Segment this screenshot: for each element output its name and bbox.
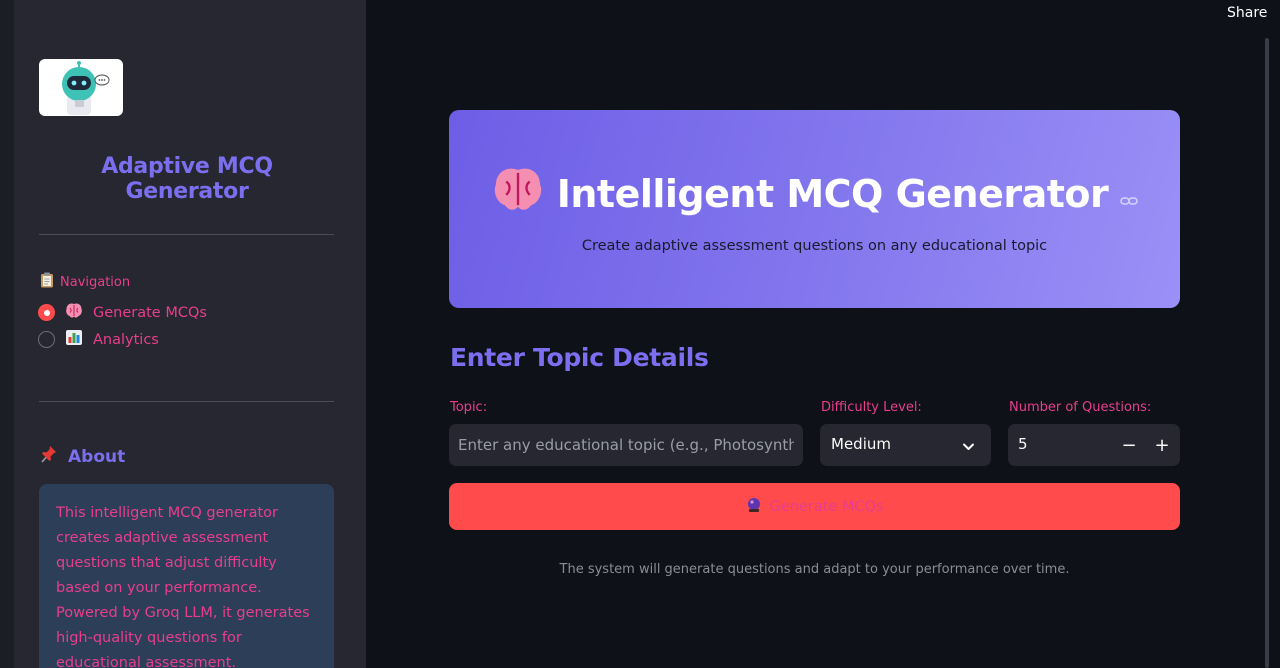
share-button[interactable]: Share [1227, 5, 1267, 21]
scrollbar[interactable] [1265, 38, 1269, 668]
clipboard-icon [40, 272, 54, 292]
radio-button[interactable] [38, 331, 55, 348]
increment-button[interactable]: + [1145, 424, 1179, 466]
difficulty-label: Difficulty Level: [821, 400, 922, 415]
difficulty-select[interactable]: Medium [820, 424, 991, 466]
bar-chart-icon [65, 329, 83, 350]
count-label: Number of Questions: [1009, 400, 1152, 415]
nav-radio-generate-mcqs[interactable]: Generate MCQs [38, 302, 207, 323]
radio-button-checked[interactable] [38, 304, 55, 321]
hero-banner: Intelligent MCQ Generator Create adaptiv… [449, 110, 1180, 308]
sidebar-divider [39, 234, 334, 235]
chevron-down-icon [962, 438, 975, 457]
window-edge [0, 0, 14, 668]
pushpin-icon [40, 444, 60, 469]
about-heading: About [40, 444, 125, 469]
page-title: Intelligent MCQ Generator [556, 171, 1109, 216]
section-title: Enter Topic Details [450, 343, 709, 372]
count-value[interactable]: 5 [1018, 435, 1028, 453]
topic-field[interactable] [449, 424, 803, 466]
nav-item-label: Analytics [93, 331, 159, 348]
decrement-button[interactable]: − [1112, 424, 1146, 466]
difficulty-value: Medium [831, 435, 891, 453]
hero-subtitle: Create adaptive assessment questions on … [581, 238, 1048, 254]
crystal-ball-icon [746, 497, 762, 517]
nav-radio-analytics[interactable]: Analytics [38, 329, 159, 350]
count-number-input[interactable]: 5 − + [1008, 424, 1180, 466]
sidebar-divider [39, 401, 334, 402]
nav-item-label: Generate MCQs [93, 304, 207, 321]
topic-input[interactable] [449, 424, 803, 466]
topic-label: Topic: [450, 400, 488, 415]
brain-icon [65, 302, 83, 323]
navigation-label-text: Navigation [60, 274, 131, 290]
sidebar-title: Adaptive MCQ Generator [101, 154, 273, 204]
navigation-label: Navigation [40, 272, 130, 292]
generate-button-label: Generate MCQs [769, 498, 884, 515]
sidebar: Adaptive MCQ Generator Navigation Genera… [14, 0, 366, 668]
hint-text: The system will generate questions and a… [559, 562, 1070, 577]
link-icon[interactable] [1120, 172, 1139, 216]
hero-title-row: Intelligent MCQ Generator [449, 164, 1180, 223]
brain-icon [491, 164, 545, 223]
about-heading-text: About [68, 446, 126, 467]
robot-logo [39, 59, 123, 116]
generate-mcqs-button[interactable]: Generate MCQs [449, 483, 1180, 530]
about-info-box: This intelligent MCQ generator creates a… [39, 484, 334, 668]
